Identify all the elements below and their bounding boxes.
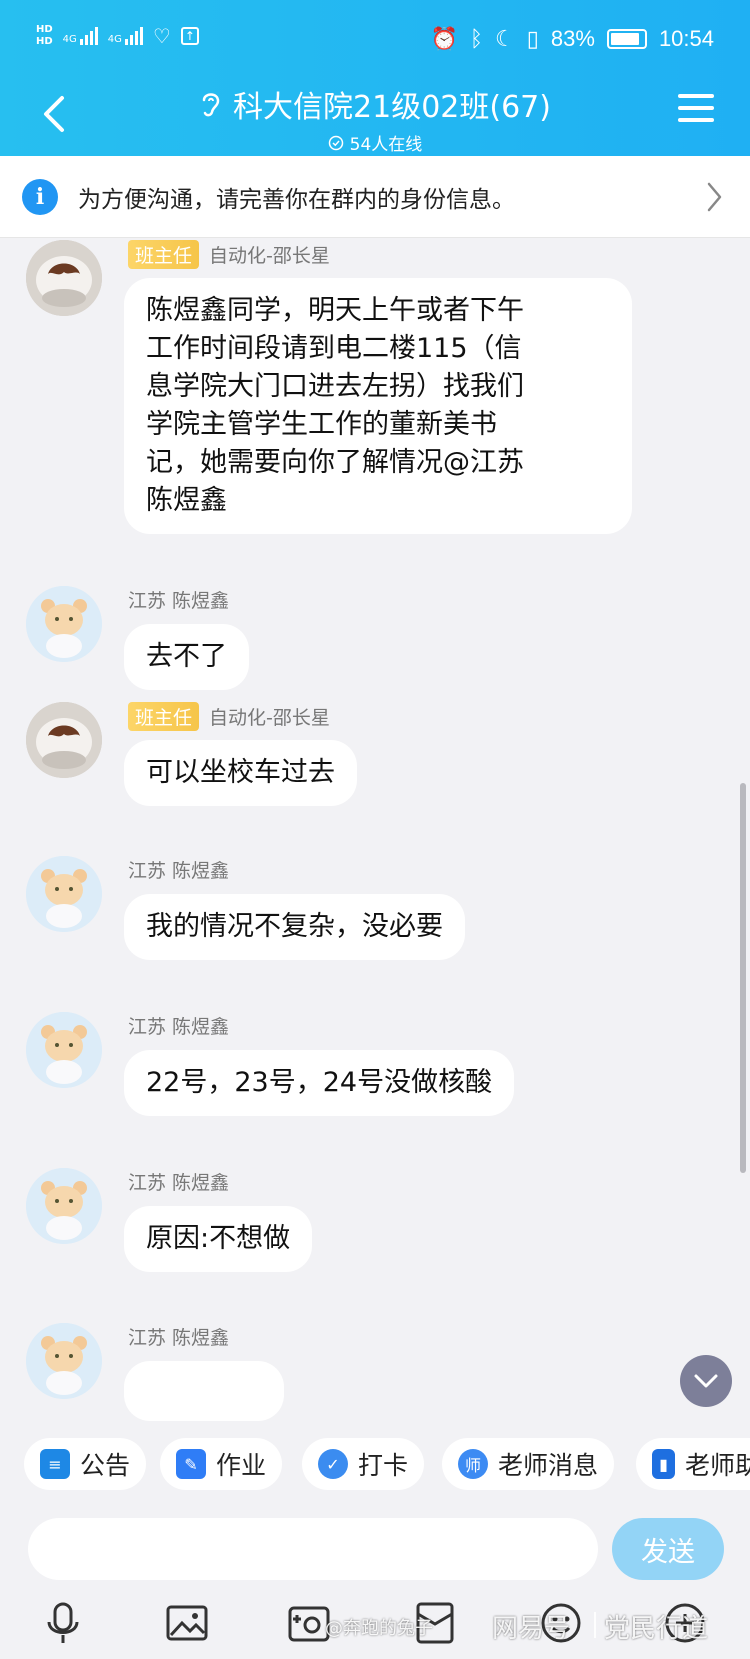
message-input[interactable]: [28, 1518, 598, 1580]
sender-name: 自动化-邵长星: [209, 707, 330, 729]
menu-button[interactable]: [678, 94, 714, 126]
message-bubble[interactable]: 原因:不想做: [124, 1206, 313, 1272]
send-button[interactable]: 发送: [612, 1518, 724, 1580]
tool-checkin[interactable]: ✓ 打卡: [302, 1438, 425, 1490]
info-icon: i: [22, 178, 58, 215]
profile-notice[interactable]: i 为方便沟通，请完善你在群内的身份信息。: [0, 156, 750, 238]
quick-tools-bar: ≡ 公告 ✎ 作业 ✓ 打卡 师 老师消息 ▮ 老师助: [0, 1428, 750, 1508]
status-bar: HD HD 4G 4G ♡ ↑ ⏰ ᛒ ☾ ▯ 83% 10:54: [0, 0, 750, 80]
weibo-watermark: @奔跑的兔子: [325, 1618, 433, 1639]
avatar[interactable]: [26, 1323, 102, 1399]
alarm-icon: ⏰: [430, 26, 458, 51]
teacher-message-icon: 师: [458, 1449, 488, 1479]
ear-icon: [202, 93, 220, 117]
avatar[interactable]: [26, 240, 102, 316]
sender-name: 自动化-邵长星: [209, 245, 330, 267]
netease-watermark: 网易号: [492, 1614, 571, 1644]
avatar[interactable]: [26, 1168, 102, 1244]
watermark-separator: [594, 1612, 596, 1638]
sender-name: 江苏 陈煜鑫: [128, 1172, 230, 1194]
moon-icon: ☾: [495, 26, 515, 51]
scrollbar[interactable]: [740, 783, 746, 1173]
image-icon[interactable]: [162, 1598, 212, 1648]
homework-icon: ✎: [176, 1449, 206, 1479]
channel-watermark: 党民行道: [604, 1614, 709, 1644]
upload-icon: ↑: [180, 27, 199, 45]
role-tag: 班主任: [128, 702, 200, 731]
message-bubble[interactable]: 去不了: [124, 624, 249, 690]
check-circle-icon: [328, 135, 343, 150]
message-bubble[interactable]: 22号，23号，24号没做核酸: [124, 1050, 515, 1116]
chat-messages[interactable]: 班主任 自动化-邵长星 陈煜鑫同学，明天上午或者下午 工作时间段请到电二楼115…: [0, 238, 750, 1428]
message-bubble[interactable]: 陈煜鑫同学，明天上午或者下午 工作时间段请到电二楼115（信 息学院大门口进去左…: [124, 278, 632, 534]
online-count: 54人在线: [328, 130, 422, 155]
bluetooth-icon: ᛒ: [469, 26, 484, 51]
message-bubble[interactable]: [124, 1361, 284, 1421]
scroll-down-button[interactable]: [680, 1355, 732, 1407]
tool-teacher-assistant[interactable]: ▮ 老师助: [636, 1438, 750, 1490]
tool-teacher-message[interactable]: 师 老师消息: [442, 1438, 615, 1490]
signal-icon-2: 4G: [108, 27, 143, 45]
chevron-right-icon: [707, 182, 722, 212]
clock: 10:54: [658, 26, 714, 51]
avatar[interactable]: [26, 856, 102, 932]
tool-homework[interactable]: ✎ 作业: [160, 1438, 283, 1490]
avatar[interactable]: [26, 1012, 102, 1088]
group-title-text: 科大信院21级02班(67): [233, 90, 551, 125]
teacher-assistant-icon: ▮: [652, 1449, 675, 1479]
sender-name: 江苏 陈煜鑫: [128, 860, 230, 882]
group-title[interactable]: 科大信院21级02班(67): [199, 82, 551, 126]
message-bubble[interactable]: 我的情况不复杂，没必要: [124, 894, 465, 960]
microphone-icon[interactable]: [38, 1598, 88, 1648]
heart-icon: ♡: [152, 24, 171, 48]
sender-name: 江苏 陈煜鑫: [128, 1327, 230, 1349]
message-input-row: 发送: [0, 1508, 750, 1588]
battery-icon: [606, 29, 647, 49]
chat-header: 科大信院21级02班(67) 54人在线: [0, 80, 750, 156]
announcement-icon: ≡: [40, 1449, 70, 1479]
hd-indicator: HD HD: [36, 24, 53, 47]
vibrate-icon: ▯: [526, 26, 539, 51]
tool-announcement[interactable]: ≡ 公告: [24, 1438, 147, 1490]
avatar[interactable]: [26, 702, 102, 778]
chevron-down-icon: [694, 1374, 718, 1388]
signal-icon: 4G: [63, 27, 98, 45]
sender-name: 江苏 陈煜鑫: [128, 1016, 230, 1038]
role-tag: 班主任: [128, 240, 200, 269]
sender-name: 江苏 陈煜鑫: [128, 590, 230, 612]
avatar[interactable]: [26, 586, 102, 662]
bottom-toolbar: @奔跑的兔子 网易号 党民行道: [0, 1588, 750, 1659]
battery-percent: 83%: [550, 26, 595, 51]
message-bubble[interactable]: 可以坐校车过去: [124, 740, 357, 806]
checkin-icon: ✓: [318, 1449, 348, 1479]
notice-text: 为方便沟通，请完善你在群内的身份信息。: [78, 186, 515, 213]
